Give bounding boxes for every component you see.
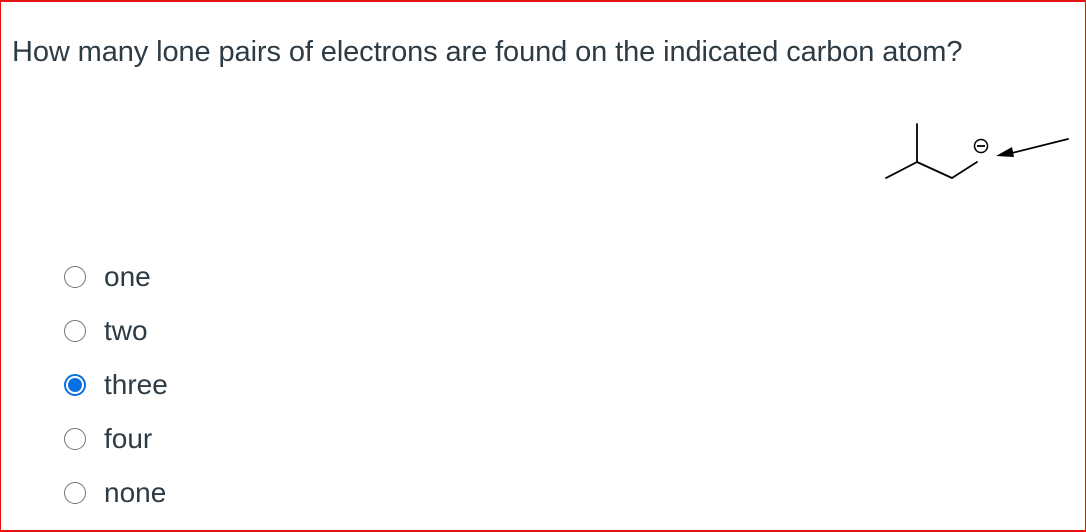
answer-option-none[interactable]: none xyxy=(64,466,168,520)
answer-label: four xyxy=(104,423,153,454)
answer-label: two xyxy=(104,315,148,346)
question-text: How many lone pairs of electrons are fou… xyxy=(12,36,963,68)
radio-button[interactable] xyxy=(64,482,86,504)
answer-option-one[interactable]: one xyxy=(64,250,168,304)
radio-button[interactable] xyxy=(64,266,86,288)
answer-option-four[interactable]: four xyxy=(64,412,168,466)
radio-button[interactable] xyxy=(64,320,86,342)
answer-label: none xyxy=(104,477,167,508)
answer-list: one two three four none xyxy=(64,250,168,520)
answer-label: one xyxy=(104,261,151,292)
answer-option-three[interactable]: three xyxy=(64,358,168,412)
answer-label: three xyxy=(104,369,168,400)
negative-charge-icon xyxy=(973,138,989,154)
answer-option-two[interactable]: two xyxy=(64,304,168,358)
radio-button[interactable] xyxy=(64,428,86,450)
carbanion-structure-icon xyxy=(885,123,1069,179)
radio-button-selected[interactable] xyxy=(64,374,86,396)
